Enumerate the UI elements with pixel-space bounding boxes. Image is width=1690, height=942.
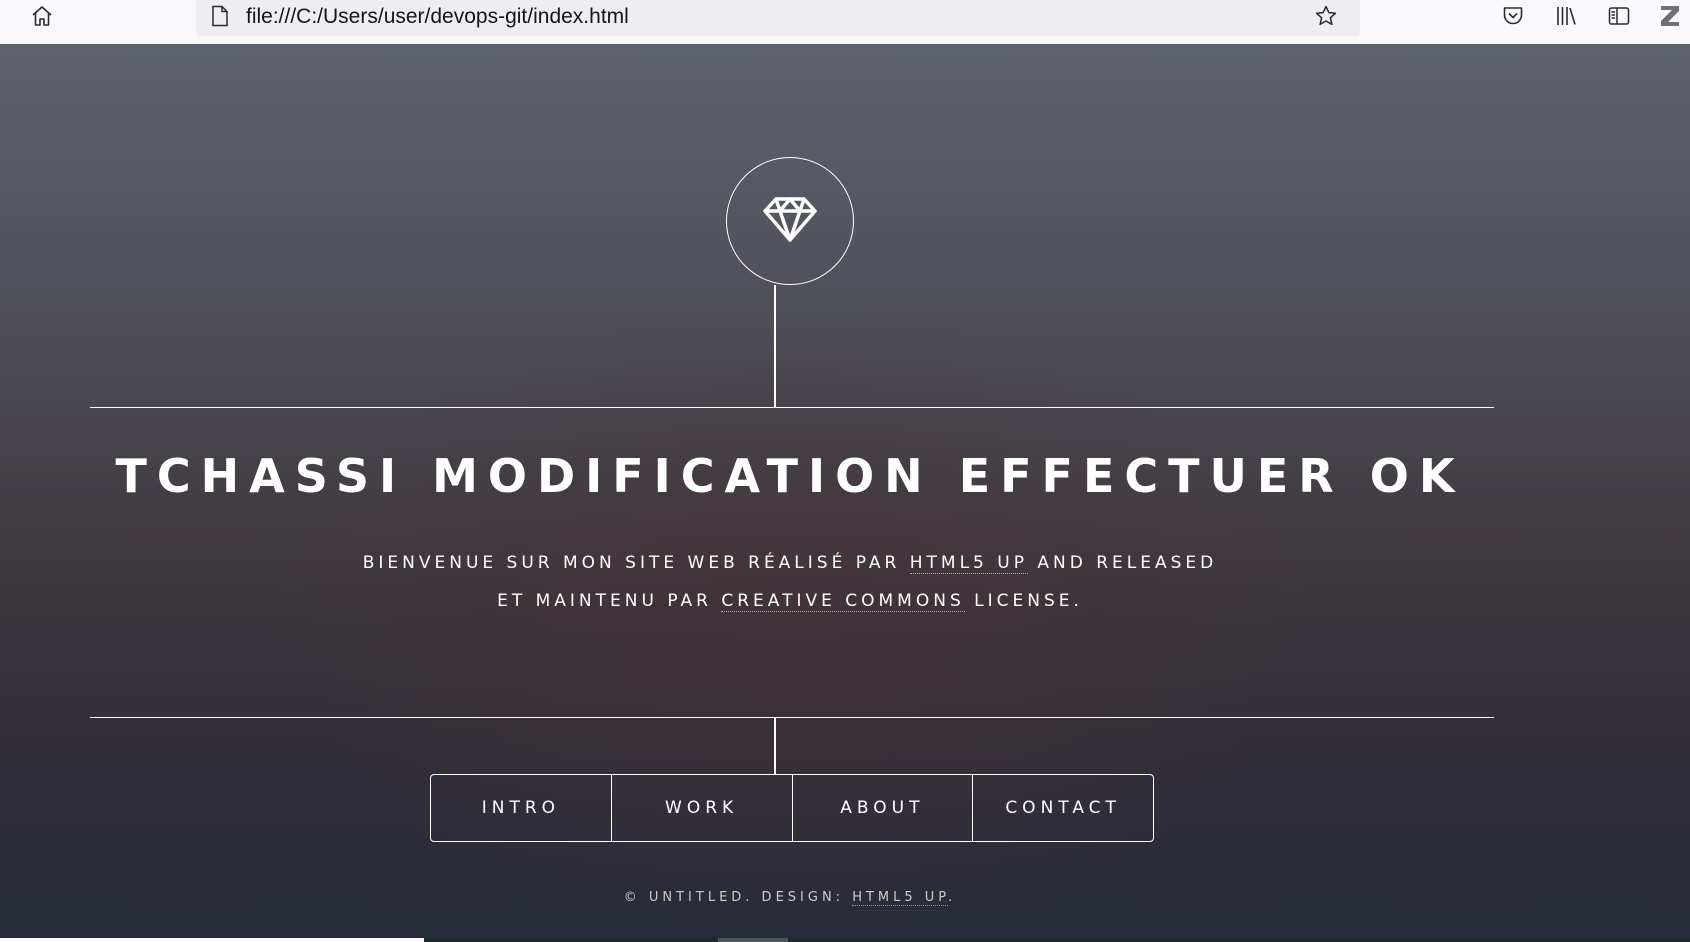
- logo-circle: [726, 157, 854, 285]
- browser-toolbar: file:///C:/Users/user/devops-git/index.h…: [0, 0, 1690, 45]
- connector-line-top: [774, 285, 776, 407]
- page-content: TCHASSI MODIFICATION EFFECTUER OK BIENVE…: [0, 44, 1690, 942]
- divider-top: [90, 407, 1494, 408]
- nav-item-contact[interactable]: CONTACT: [972, 775, 1153, 841]
- library-icon[interactable]: [1552, 0, 1580, 32]
- divider-bottom: [90, 717, 1494, 718]
- nav-item-intro[interactable]: INTRO: [431, 775, 611, 841]
- page-icon: [208, 0, 232, 32]
- footer: © UNTITLED. DESIGN: HTML5 UP.: [623, 890, 957, 906]
- page-title: TCHASSI MODIFICATION EFFECTUER OK: [115, 449, 1465, 503]
- bottom-scroll-indicator: [0, 938, 424, 942]
- nav-item-about[interactable]: ABOUT: [791, 775, 973, 841]
- star-icon[interactable]: [1312, 0, 1340, 32]
- main-nav: INTRO WORK ABOUT CONTACT: [430, 774, 1154, 842]
- footer-copyright: © UNTITLED. DESIGN:: [623, 890, 853, 905]
- sidebar-icon[interactable]: [1605, 0, 1633, 32]
- url-bar[interactable]: file:///C:/Users/user/devops-git/index.h…: [196, 0, 1360, 36]
- home-icon[interactable]: [28, 0, 56, 32]
- intro-line-1: BIENVENUE SUR MON SITE WEB RÉALISÉ PAR H…: [362, 553, 1218, 574]
- pocket-icon[interactable]: [1499, 0, 1527, 32]
- bottom-track: [424, 938, 1690, 942]
- html5up-link[interactable]: HTML5 UP: [909, 553, 1028, 574]
- connector-line-bottom: [774, 717, 776, 775]
- url-text[interactable]: file:///C:/Users/user/devops-git/index.h…: [246, 5, 629, 29]
- diamond-icon: [762, 195, 818, 247]
- bottom-thumb: [718, 938, 788, 942]
- intro-line-2: ET MAINTENU PAR CREATIVE COMMONS LICENSE…: [497, 591, 1083, 612]
- extension-z-icon[interactable]: [1656, 0, 1684, 32]
- intro-text: BIENVENUE SUR MON SITE WEB RÉALISÉ PAR H…: [0, 544, 1580, 620]
- footer-html5up-link[interactable]: HTML5 UP: [852, 890, 949, 906]
- creative-commons-link[interactable]: CREATIVE COMMONS: [721, 591, 965, 612]
- nav-item-work[interactable]: WORK: [610, 775, 792, 841]
